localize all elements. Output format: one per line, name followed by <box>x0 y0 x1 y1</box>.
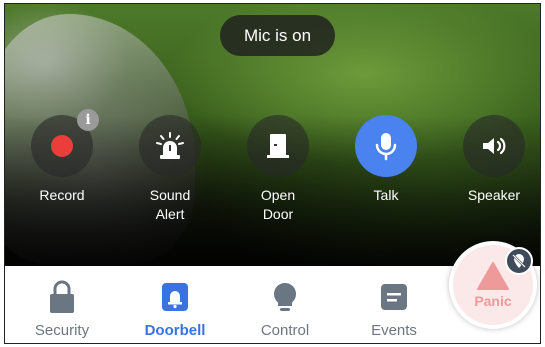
panic-label: Panic <box>474 293 512 309</box>
siren-icon <box>156 132 184 159</box>
camera-controls: i Record Sound Alert Open Door Talk Spea… <box>5 4 540 266</box>
location-off-icon <box>512 254 526 268</box>
nav-item-control[interactable]: Control <box>235 280 335 339</box>
info-icon[interactable]: i <box>77 109 99 131</box>
open-door-label: Open Door <box>260 187 296 222</box>
door-icon <box>267 134 289 158</box>
doorbell-icon <box>162 283 188 311</box>
nav-label-security: Security <box>34 322 90 339</box>
location-off-badge[interactable] <box>505 247 533 275</box>
speaker-button[interactable] <box>463 115 525 177</box>
record-label: Record <box>39 187 85 203</box>
microphone-icon <box>375 133 397 161</box>
nav-item-security[interactable]: Security <box>12 280 112 339</box>
talk-button[interactable] <box>355 115 417 177</box>
open-door-button[interactable] <box>247 115 309 177</box>
nav-label-control: Control <box>260 322 310 339</box>
talk-label: Talk <box>373 187 399 203</box>
bulb-icon <box>273 283 297 311</box>
nav-item-doorbell[interactable]: Doorbell <box>125 280 225 339</box>
record-icon <box>51 135 73 157</box>
sound-alert-button[interactable] <box>139 115 201 177</box>
nav-label-events: Events <box>371 322 417 339</box>
events-icon <box>381 284 407 310</box>
sound-alert-control[interactable]: Sound Alert <box>120 115 220 224</box>
nav-item-events[interactable]: Events <box>344 280 444 339</box>
sound-alert-label: Sound Alert <box>149 187 191 222</box>
speaker-label: Speaker <box>467 187 521 203</box>
app-frame: Mic is on i Record Sound Alert Open Door… <box>4 3 541 344</box>
speaker-icon <box>483 137 506 155</box>
nav-label-doorbell: Doorbell <box>144 322 206 339</box>
lock-icon <box>50 280 74 313</box>
speaker-control[interactable]: Speaker <box>444 115 540 205</box>
record-control[interactable]: i Record <box>12 109 112 205</box>
record-button[interactable]: i <box>31 109 99 177</box>
open-door-control[interactable]: Open Door <box>228 115 328 224</box>
talk-control[interactable]: Talk <box>336 115 436 205</box>
